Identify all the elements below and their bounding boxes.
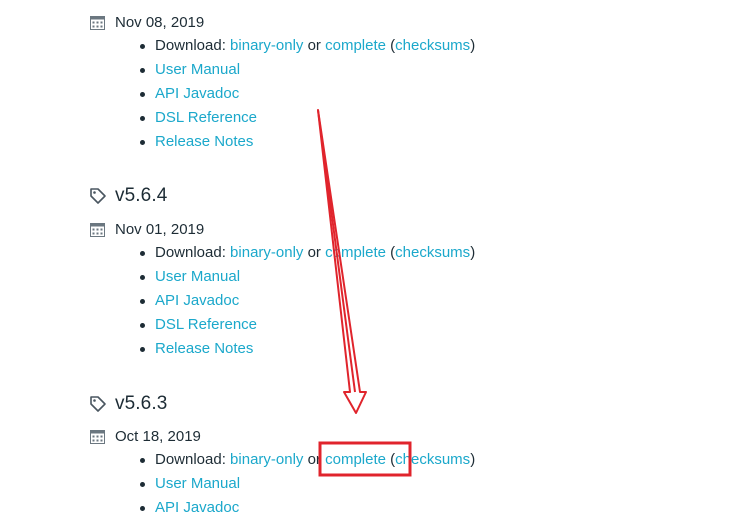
user-manual-link[interactable]: User Manual	[155, 61, 240, 78]
version-label: v5.6.4	[115, 185, 168, 206]
list-item: Release Notes	[137, 337, 475, 361]
list-item: DSL Reference	[137, 106, 475, 130]
or-text: or	[303, 37, 326, 54]
or-text: or	[303, 244, 326, 261]
release-date: Oct 18, 2019	[115, 427, 201, 445]
paren-close: )	[470, 244, 476, 261]
dsl-reference-link[interactable]: DSL Reference	[155, 109, 257, 126]
paren-open: (	[385, 37, 396, 54]
list-item: User Manual	[137, 265, 475, 289]
user-manual-link[interactable]: User Manual	[155, 268, 240, 285]
calendar-icon	[90, 222, 105, 237]
list-item: API Javadoc	[137, 496, 475, 520]
release-date: Nov 01, 2019	[115, 220, 205, 238]
paren-close: )	[470, 451, 476, 468]
api-javadoc-link[interactable]: API Javadoc	[155, 499, 239, 516]
complete-link[interactable]: complete	[325, 244, 386, 261]
download-item: Download: binary-only or complete (check…	[137, 34, 475, 58]
checksums-link[interactable]: checksums	[395, 37, 470, 54]
release-date-row: Nov 08, 2019	[90, 11, 204, 33]
or-text: or	[303, 451, 326, 468]
release-date-row: Oct 18, 2019	[90, 425, 201, 447]
binary-only-link[interactable]: binary-only	[230, 37, 303, 54]
download-label: Download:	[155, 244, 231, 261]
download-label: Download:	[155, 451, 231, 468]
binary-only-link[interactable]: binary-only	[230, 451, 303, 468]
release-links-list: Download: binary-only or complete (check…	[137, 241, 475, 361]
paren-open: (	[385, 451, 396, 468]
calendar-icon	[90, 15, 105, 30]
release-notes-link[interactable]: Release Notes	[155, 340, 253, 357]
tag-icon	[90, 396, 106, 412]
calendar-icon	[90, 429, 105, 444]
release-date-row: Nov 01, 2019	[90, 218, 204, 240]
dsl-reference-link[interactable]: DSL Reference	[155, 316, 257, 333]
download-label: Download:	[155, 37, 231, 54]
api-javadoc-link[interactable]: API Javadoc	[155, 85, 239, 102]
checksums-link[interactable]: checksums	[395, 244, 470, 261]
version-heading: v5.6.4	[89, 184, 167, 208]
complete-link[interactable]: complete	[325, 37, 386, 54]
download-item: Download: binary-only or complete (check…	[137, 448, 475, 472]
paren-close: )	[470, 37, 476, 54]
release-links-list: Download: binary-only or complete (check…	[137, 34, 475, 154]
list-item: Release Notes	[137, 130, 475, 154]
version-label: v5.6.3	[115, 393, 168, 414]
list-item: DSL Reference	[137, 313, 475, 337]
release-date: Nov 08, 2019	[115, 13, 205, 31]
complete-link-highlighted[interactable]: complete	[325, 451, 386, 468]
release-links-list: Download: binary-only or complete (check…	[137, 448, 475, 520]
list-item: User Manual	[137, 58, 475, 82]
paren-open: (	[385, 244, 396, 261]
tag-icon	[90, 188, 106, 204]
version-heading: v5.6.3	[89, 392, 167, 416]
binary-only-link[interactable]: binary-only	[230, 244, 303, 261]
list-item: User Manual	[137, 472, 475, 496]
list-item: API Javadoc	[137, 82, 475, 106]
list-item: API Javadoc	[137, 289, 475, 313]
api-javadoc-link[interactable]: API Javadoc	[155, 292, 239, 309]
release-notes-link[interactable]: Release Notes	[155, 133, 253, 150]
checksums-link[interactable]: checksums	[395, 451, 470, 468]
user-manual-link[interactable]: User Manual	[155, 475, 240, 492]
download-item: Download: binary-only or complete (check…	[137, 241, 475, 265]
